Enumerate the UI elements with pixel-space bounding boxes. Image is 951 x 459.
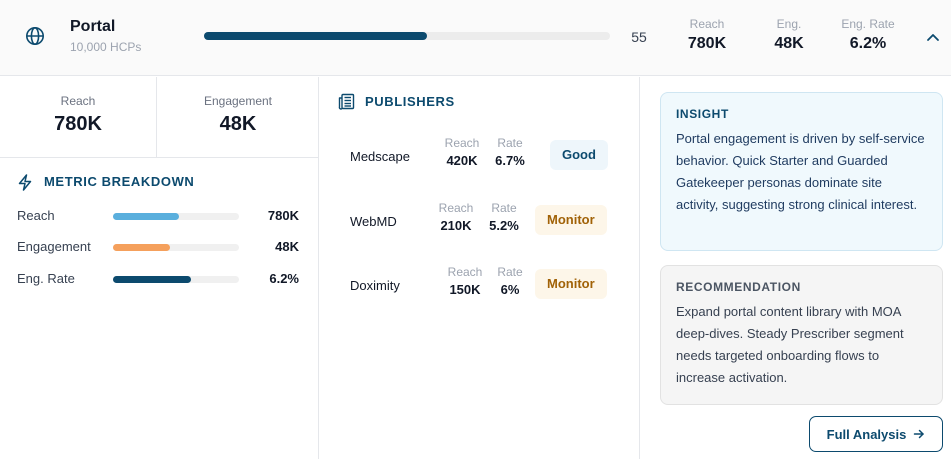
publisher-stat-value: 6% <box>500 282 520 297</box>
kpi-label: Engagement <box>203 94 273 108</box>
publisher-stat-label: Rate <box>497 136 523 150</box>
publisher-stat-value: 150K <box>449 282 481 297</box>
publisher-stat-value: 5.2% <box>489 218 519 233</box>
publisher-row-webmd[interactable]: WebMD Reach 210K Rate 5.2% Monitor <box>350 201 610 243</box>
metric-bar-fill <box>113 276 192 283</box>
publishers-panel: PUBLISHERS Medscape Reach 420K Rate 6.7%… <box>320 77 640 459</box>
publisher-stat-value: 210K <box>440 218 472 233</box>
chevron-up-icon[interactable] <box>924 30 942 44</box>
full-analysis-label: Full Analysis <box>826 426 907 442</box>
publisher-row-doximity[interactable]: Doximity Reach 150K Rate 6% Monitor <box>350 265 610 307</box>
header-stat-value: 6.2% <box>849 35 887 52</box>
metric-bar <box>113 276 239 283</box>
newspaper-icon <box>338 93 355 110</box>
score-value: 55 <box>631 29 647 45</box>
insight-card: INSIGHT Portal engagement is driven by s… <box>660 92 943 251</box>
publisher-name: Medscape <box>350 149 410 164</box>
metric-value: 780K <box>267 208 299 223</box>
publisher-name: WebMD <box>350 214 397 229</box>
header-stat-eng-rate: Eng. Rate 6.2% <box>828 17 908 53</box>
metric-row-engagement: Engagement 48K <box>17 237 302 257</box>
publisher-stat-label: Rate <box>491 201 517 215</box>
kpi-value: 780K <box>54 113 102 135</box>
metric-row-eng-rate: Eng. Rate 6.2% <box>17 269 302 289</box>
publisher-reach: Reach 150K <box>445 265 485 297</box>
publisher-rate: Rate 5.2% <box>486 201 522 233</box>
metric-bar <box>113 213 239 220</box>
metric-label: Reach <box>17 208 55 223</box>
status-badge: Good <box>550 140 608 170</box>
metric-bar-fill <box>113 244 170 251</box>
header-stat-label: Eng. Rate <box>841 17 895 31</box>
score-bar <box>204 32 610 40</box>
publisher-reach: Reach 420K <box>442 136 482 168</box>
publisher-stat-value: 420K <box>446 153 478 168</box>
publishers-title: PUBLISHERS <box>365 94 455 109</box>
header-stat-value: 780K <box>687 35 727 52</box>
status-badge: Monitor <box>535 205 607 235</box>
score-bar-fill <box>204 32 428 40</box>
metric-breakdown-title: METRIC BREAKDOWN <box>44 174 195 189</box>
recommendation-card: RECOMMENDATION Expand portal content lib… <box>660 265 943 405</box>
metric-label: Engagement <box>17 239 91 254</box>
arrow-right-icon <box>914 429 925 439</box>
channel-name: Portal <box>70 18 116 35</box>
publisher-stat-label: Reach <box>447 265 483 279</box>
publisher-row-medscape[interactable]: Medscape Reach 420K Rate 6.7% Good <box>350 136 610 178</box>
recommendation-body: Expand portal content library with MOA d… <box>676 304 904 385</box>
kpi-reach: Reach 780K <box>0 77 157 158</box>
header-stat-label: Eng. <box>776 17 802 31</box>
kpi-engagement: Engagement 48K <box>157 77 319 158</box>
status-badge: Monitor <box>535 269 607 299</box>
publisher-reach: Reach 210K <box>436 201 476 233</box>
header-stat-label: Reach <box>689 17 725 31</box>
metric-row-reach: Reach 780K <box>17 206 302 226</box>
kpi-label: Reach <box>60 94 96 108</box>
metric-bar <box>113 244 239 251</box>
bolt-icon <box>18 174 32 191</box>
metric-label: Eng. Rate <box>17 271 75 286</box>
publisher-stat-value: 6.7% <box>495 153 525 168</box>
metric-value: 6.2% <box>269 271 299 286</box>
header-stat-engagement: Eng. 48K <box>749 17 829 53</box>
header-stat-value: 48K <box>774 35 804 52</box>
insight-title: INSIGHT <box>676 107 729 121</box>
channel-header[interactable]: Portal 10,000 HCPs 55 Reach 780K Eng. 48… <box>0 0 951 76</box>
globe-icon <box>26 27 44 45</box>
insight-body: Portal engagement is driven by self-serv… <box>676 131 925 212</box>
publisher-rate: Rate 6.7% <box>492 136 528 168</box>
metrics-panel: Reach 780K Engagement 48K METRIC BREAKDO… <box>0 77 319 459</box>
publisher-stat-label: Reach <box>444 136 480 150</box>
publisher-rate: Rate 6% <box>492 265 528 297</box>
publisher-stat-label: Reach <box>438 201 474 215</box>
recommendation-title: RECOMMENDATION <box>676 280 801 294</box>
full-analysis-button[interactable]: Full Analysis <box>809 416 943 452</box>
channel-audience: 10,000 HCPs <box>70 40 142 54</box>
kpi-value: 48K <box>219 113 257 135</box>
metric-bar-fill <box>113 213 179 220</box>
publisher-name: Doximity <box>350 278 400 293</box>
metric-value: 48K <box>275 239 299 254</box>
header-stat-reach: Reach 780K <box>667 17 747 53</box>
publisher-stat-label: Rate <box>497 265 523 279</box>
